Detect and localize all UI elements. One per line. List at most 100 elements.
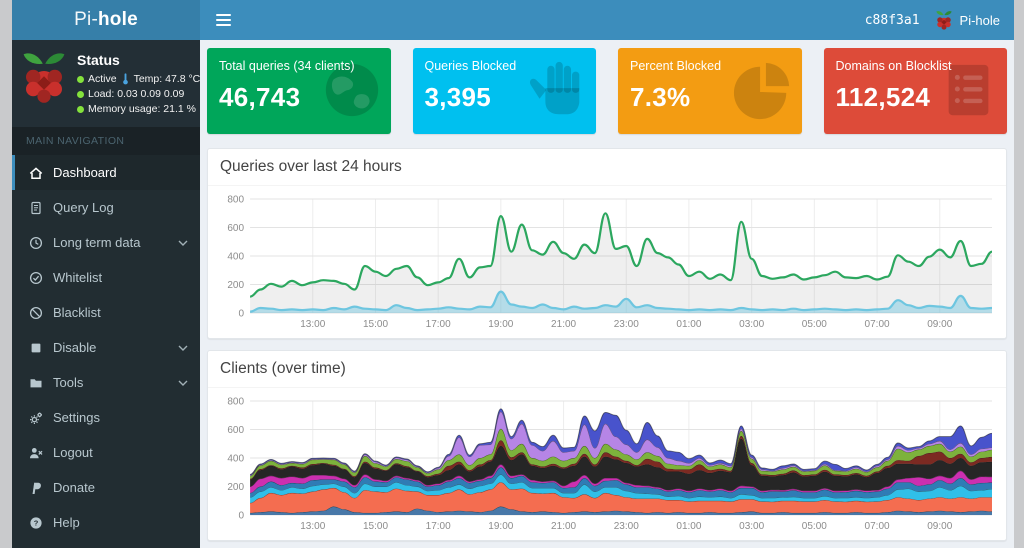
app-logo[interactable]: Pi-hole bbox=[12, 0, 200, 40]
svg-text:05:00: 05:00 bbox=[802, 319, 827, 330]
queries-over-time-chart[interactable]: 13:0015:0017:0019:0021:0023:0001:0003:00… bbox=[216, 191, 998, 334]
sidebar-item-label: Tools bbox=[53, 375, 83, 390]
home-icon bbox=[28, 165, 43, 180]
card-value: 7.3% bbox=[630, 82, 790, 113]
status-dot bbox=[77, 91, 84, 98]
paypal-icon bbox=[28, 480, 43, 495]
stat-card-total-queries-34-clients: Total queries (34 clients)46,743 bbox=[207, 48, 391, 134]
svg-text:23:00: 23:00 bbox=[614, 521, 639, 532]
sidebar-item-label: Dashboard bbox=[53, 165, 117, 180]
svg-text:05:00: 05:00 bbox=[802, 521, 827, 532]
svg-text:07:00: 07:00 bbox=[865, 319, 890, 330]
sidebar-item-label: Logout bbox=[53, 445, 93, 460]
status-text: Load: 0.03 0.09 0.09 bbox=[88, 88, 184, 100]
gears-icon bbox=[28, 410, 43, 425]
stop-icon bbox=[28, 340, 43, 355]
svg-text:01:00: 01:00 bbox=[676, 521, 701, 532]
sidebar-toggle-button[interactable] bbox=[200, 0, 246, 40]
status-temp: Temp: 47.8 °C bbox=[134, 73, 201, 85]
main-content: Total queries (34 clients)46,743 Queries … bbox=[200, 40, 1014, 548]
clients-over-time-chart[interactable]: 13:0015:0017:0019:0021:0023:0001:0003:00… bbox=[216, 393, 998, 536]
panel-title: Clients (over time) bbox=[208, 351, 1006, 388]
svg-text:800: 800 bbox=[227, 195, 244, 206]
sidebar-menu: Dashboard Query Log Long term data Whitelis… bbox=[12, 155, 200, 540]
raspberry-icon bbox=[935, 10, 953, 30]
svg-text:23:00: 23:00 bbox=[614, 319, 639, 330]
svg-text:600: 600 bbox=[227, 425, 244, 436]
sidebar-item-tools[interactable]: Tools bbox=[12, 365, 200, 400]
sidebar-item-donate[interactable]: Donate bbox=[12, 470, 200, 505]
navbar-right: c88f3a1 Pi-hole bbox=[865, 10, 1014, 30]
svg-text:13:00: 13:00 bbox=[300, 319, 325, 330]
card-label: Percent Blocked bbox=[630, 59, 790, 73]
status-dot bbox=[77, 76, 84, 83]
svg-text:0: 0 bbox=[239, 511, 245, 522]
svg-text:01:00: 01:00 bbox=[676, 319, 701, 330]
sidebar-item-dashboard[interactable]: Dashboard bbox=[12, 155, 200, 190]
pihole-logo bbox=[20, 50, 68, 115]
sidebar-item-logout[interactable]: Logout bbox=[12, 435, 200, 470]
svg-text:13:00: 13:00 bbox=[300, 521, 325, 532]
stat-card-queries-blocked: Queries Blocked 3,395 bbox=[413, 48, 597, 134]
svg-text:15:00: 15:00 bbox=[363, 319, 388, 330]
svg-text:600: 600 bbox=[227, 223, 244, 234]
svg-text:17:00: 17:00 bbox=[426, 319, 451, 330]
card-value: 3,395 bbox=[425, 82, 585, 113]
sidebar-item-label: Blacklist bbox=[53, 305, 101, 320]
sidebar: Status Active Temp: 47.8 °C Load: 0.03 0.0… bbox=[12, 40, 200, 548]
svg-text:400: 400 bbox=[227, 454, 244, 465]
file-icon bbox=[28, 200, 43, 215]
card-value: 112,524 bbox=[836, 82, 996, 113]
sidebar-item-disable[interactable]: Disable bbox=[12, 330, 200, 365]
svg-text:200: 200 bbox=[227, 482, 244, 493]
status-row: Memory usage: 21.1 % bbox=[77, 103, 200, 115]
card-label: Queries Blocked bbox=[425, 59, 585, 73]
sidebar-item-label: Whitelist bbox=[53, 270, 102, 285]
sidebar-item-blacklist[interactable]: Blacklist bbox=[12, 295, 200, 330]
sidebar-item-query-log[interactable]: Query Log bbox=[12, 190, 200, 225]
svg-text:19:00: 19:00 bbox=[488, 319, 513, 330]
svg-text:15:00: 15:00 bbox=[363, 521, 388, 532]
sidebar-item-help[interactable]: ? Help bbox=[12, 505, 200, 540]
folder-icon bbox=[28, 375, 43, 390]
card-label: Total queries (34 clients) bbox=[219, 59, 379, 73]
pihole-brand-link[interactable]: Pi-hole bbox=[935, 10, 1000, 30]
question-icon: ? bbox=[28, 515, 43, 530]
queries-panel-body: 13:0015:0017:0019:0021:0023:0001:0003:00… bbox=[208, 186, 1006, 338]
queries-panel: Queries over last 24 hours 13:0015:0017:… bbox=[207, 148, 1007, 339]
sidebar-item-long-term-data[interactable]: Long term data bbox=[12, 225, 200, 260]
status-title: Status bbox=[77, 52, 200, 68]
svg-text:0: 0 bbox=[239, 309, 245, 320]
svg-text:400: 400 bbox=[227, 252, 244, 263]
clock-icon bbox=[28, 235, 43, 250]
status-dot bbox=[77, 106, 84, 113]
sidebar-item-label: Long term data bbox=[53, 235, 140, 250]
brand-label: Pi-hole bbox=[960, 13, 1000, 28]
version-hash: c88f3a1 bbox=[865, 13, 920, 28]
svg-text:19:00: 19:00 bbox=[488, 521, 513, 532]
top-navbar: Pi-hole c88f3a1 Pi-hole bbox=[12, 0, 1014, 40]
stat-card-percent-blocked: Percent Blocked 7.3% bbox=[618, 48, 802, 134]
clients-panel-body: 13:0015:0017:0019:0021:0023:0001:0003:00… bbox=[208, 388, 1006, 540]
user-x-icon bbox=[28, 445, 43, 460]
summary-cards-row: Total queries (34 clients)46,743 Queries … bbox=[207, 48, 1007, 134]
thermometer-icon bbox=[122, 73, 129, 85]
status-panel: Status Active Temp: 47.8 °C Load: 0.03 0.0… bbox=[12, 40, 200, 127]
sidebar-item-label: Donate bbox=[53, 480, 95, 495]
sidebar-item-settings[interactable]: Settings bbox=[12, 400, 200, 435]
sidebar-section-header: MAIN NAVIGATION bbox=[12, 127, 200, 155]
svg-text:21:00: 21:00 bbox=[551, 521, 576, 532]
status-text: Active bbox=[88, 73, 117, 85]
check-circle-icon bbox=[28, 270, 43, 285]
pihole-app: Pi-hole c88f3a1 Pi-hole Status Active Tem… bbox=[12, 0, 1014, 548]
card-label: Domains on Blocklist bbox=[836, 59, 996, 73]
svg-text:07:00: 07:00 bbox=[865, 521, 890, 532]
svg-text:800: 800 bbox=[227, 397, 244, 408]
sidebar-item-label: Help bbox=[53, 515, 80, 530]
svg-text:03:00: 03:00 bbox=[739, 521, 764, 532]
sidebar-item-label: Settings bbox=[53, 410, 100, 425]
sidebar-item-label: Query Log bbox=[53, 200, 114, 215]
svg-text:09:00: 09:00 bbox=[927, 319, 952, 330]
sidebar-item-whitelist[interactable]: Whitelist bbox=[12, 260, 200, 295]
sidebar-item-label: Disable bbox=[53, 340, 96, 355]
